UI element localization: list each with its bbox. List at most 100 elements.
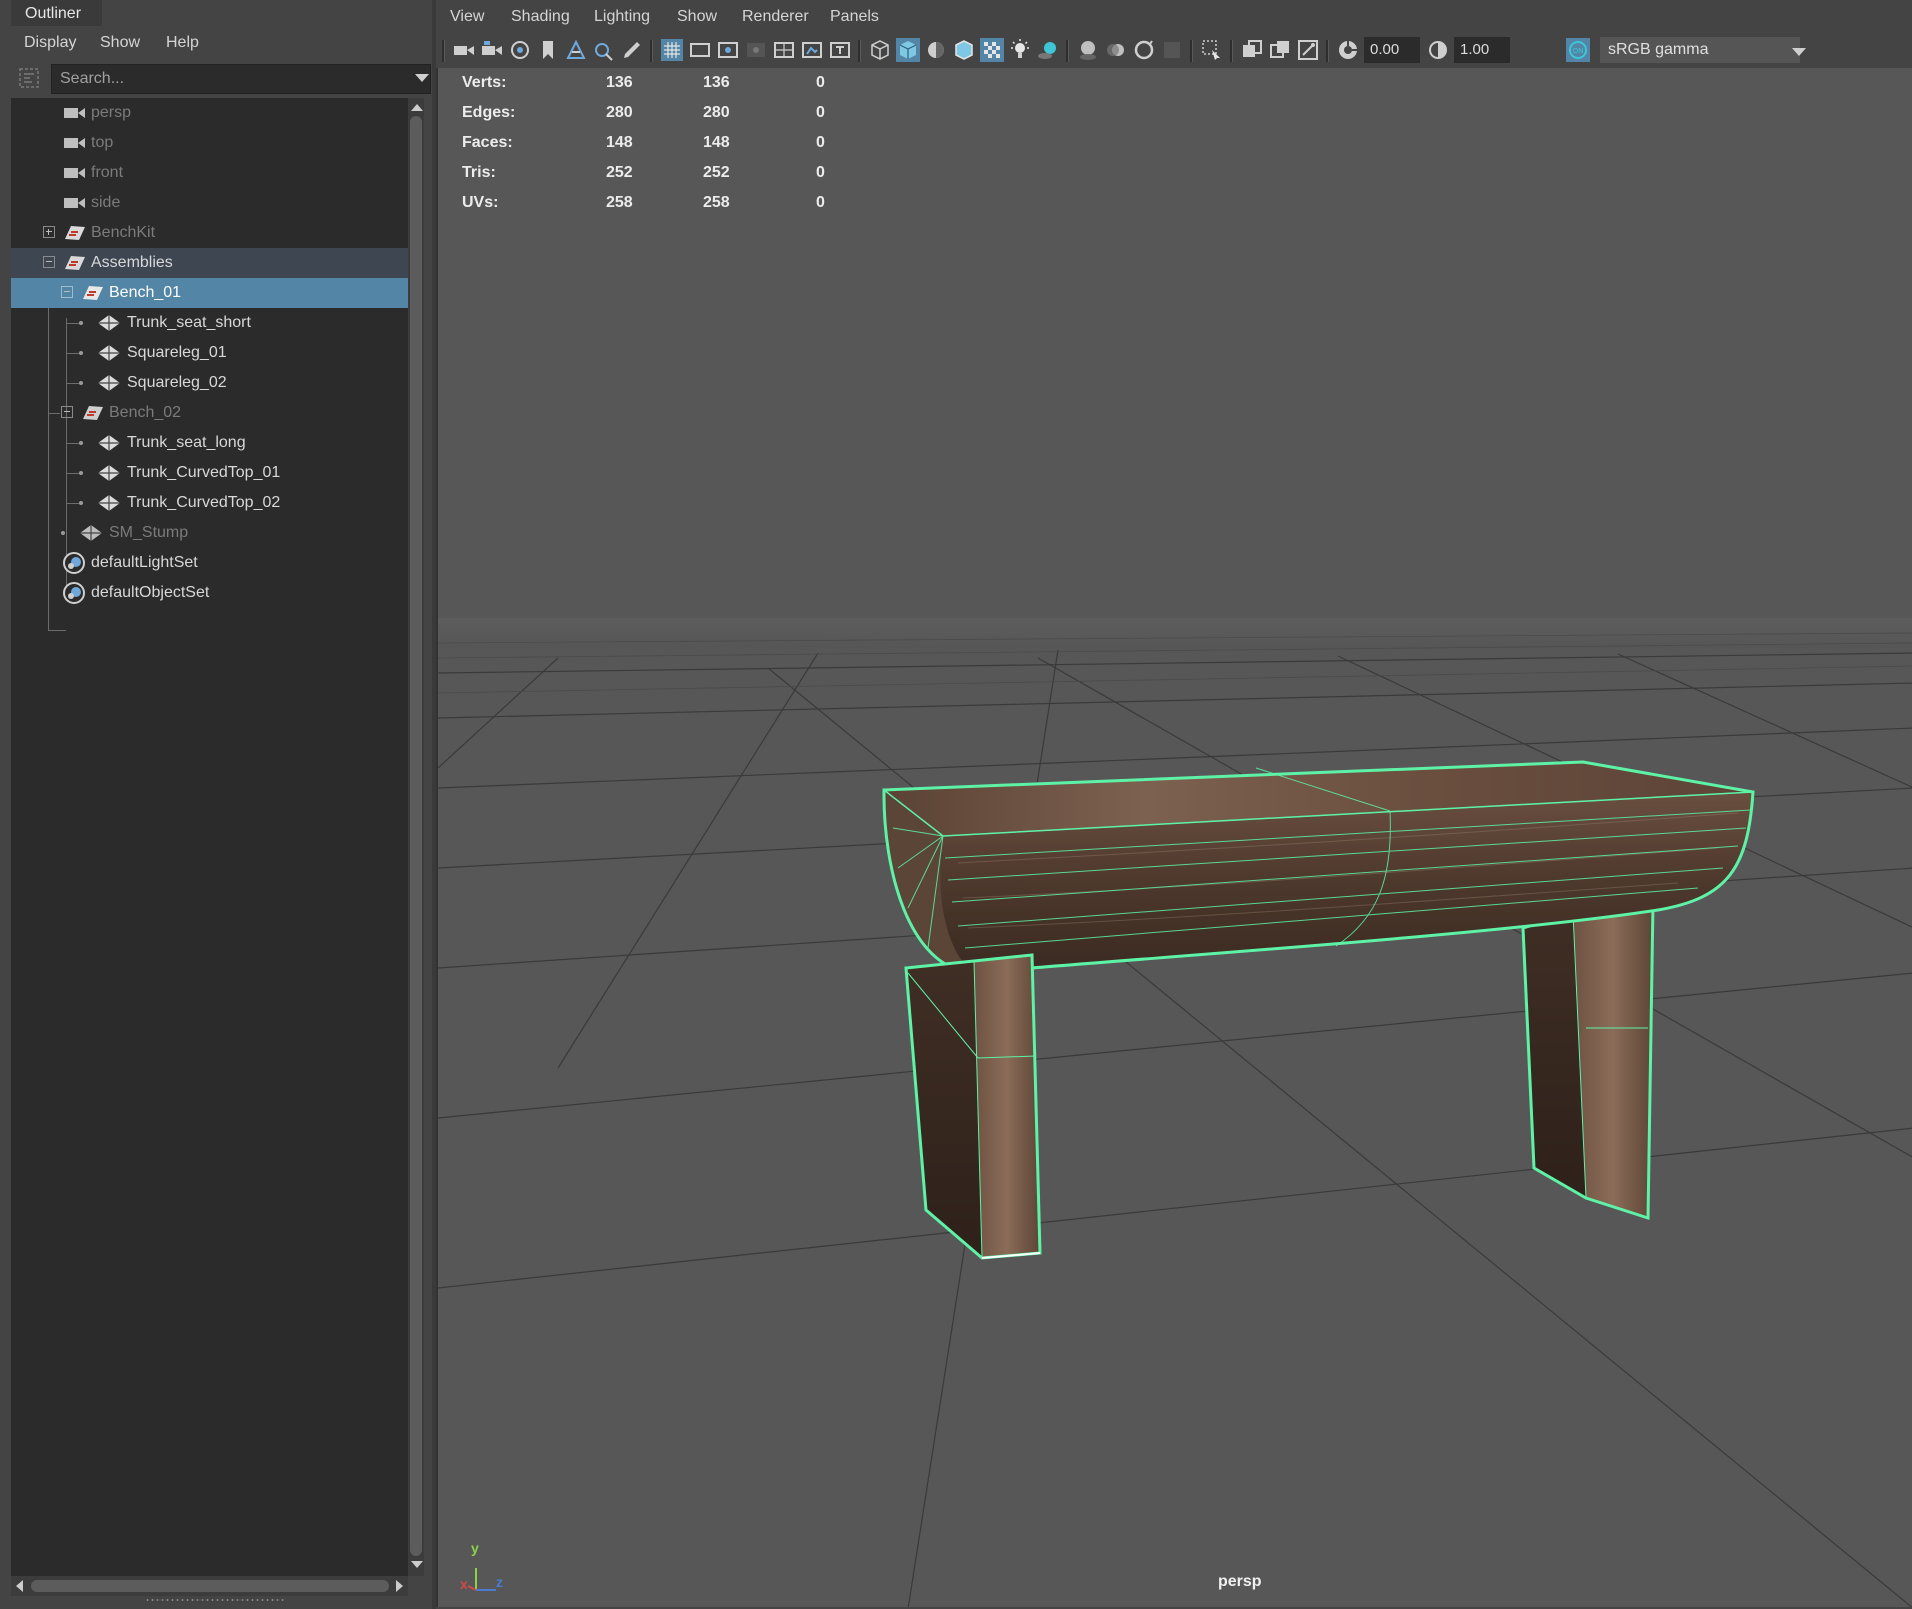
horizontal-scrollbar[interactable] xyxy=(11,1576,408,1596)
menu-help[interactable]: Help xyxy=(166,28,199,58)
grease-pencil-icon[interactable] xyxy=(620,38,644,62)
camera-name-label: persp xyxy=(1218,1573,1262,1590)
shadows-icon[interactable] xyxy=(1036,38,1060,62)
outliner-item-sm-stump[interactable]: SM_Stump xyxy=(11,518,408,548)
hud-value: 280 xyxy=(703,104,730,121)
resize-grip[interactable] xyxy=(145,1598,285,1602)
outliner-item-front[interactable]: front xyxy=(11,158,408,188)
default-material-icon[interactable] xyxy=(924,38,948,62)
collapse-icon[interactable] xyxy=(61,286,73,298)
bookmark-icon[interactable] xyxy=(536,38,560,62)
outliner-item-trunk-curvedtop-02[interactable]: Trunk_CurvedTop_02 xyxy=(11,488,408,518)
isolate-select-icon[interactable] xyxy=(1200,38,1224,62)
expand-icon[interactable] xyxy=(43,226,55,238)
menu-show[interactable]: Show xyxy=(100,28,140,58)
outliner-item-side[interactable]: side xyxy=(11,188,408,218)
film-gate-icon[interactable] xyxy=(688,38,712,62)
scroll-down-icon[interactable] xyxy=(411,1561,423,1568)
camera-attributes-icon[interactable] xyxy=(480,38,504,62)
mesh-icon xyxy=(98,495,120,511)
color-space-dropdown[interactable]: sRGB gamma xyxy=(1600,37,1800,63)
tree-node-dot xyxy=(79,501,83,505)
color-management-icon[interactable]: ON xyxy=(1566,38,1590,62)
field-chart-icon[interactable] xyxy=(772,38,796,62)
outliner-item-defaultlightset[interactable]: defaultLightSet xyxy=(11,548,408,578)
safe-title-icon[interactable] xyxy=(828,38,852,62)
hud-value: 258 xyxy=(703,194,730,211)
outliner-item-squareleg-02[interactable]: Squareleg_02 xyxy=(11,368,408,398)
outliner-item-bench-01[interactable]: Bench_01 xyxy=(11,278,408,308)
chevron-down-icon[interactable] xyxy=(1792,48,1806,56)
use-all-lights-icon[interactable] xyxy=(1008,38,1032,62)
hud-value: 136 xyxy=(606,74,633,91)
xray-active-components-icon[interactable] xyxy=(1268,38,1292,62)
hud-value: 0 xyxy=(816,194,825,211)
outliner-item-top[interactable]: top xyxy=(11,128,408,158)
grid-snap-icon[interactable] xyxy=(564,38,588,62)
hud-value: 0 xyxy=(816,74,825,91)
viewport-menubar: View Shading Lighting Show Renderer Pane… xyxy=(436,2,1912,34)
menu-view[interactable]: View xyxy=(450,2,484,32)
toolbar-separator xyxy=(442,40,445,62)
search-input[interactable] xyxy=(51,64,431,94)
resolution-gate-icon[interactable] xyxy=(716,38,740,62)
camera-icon xyxy=(64,198,85,208)
xray-icon[interactable] xyxy=(1240,38,1264,62)
vertical-scrollbar[interactable] xyxy=(408,98,424,1576)
wireframe-icon[interactable] xyxy=(868,38,892,62)
scroll-up-icon[interactable] xyxy=(411,104,423,111)
scroll-thumb[interactable] xyxy=(410,116,422,1556)
outliner-item-label: SM_Stump xyxy=(109,524,189,541)
menu-renderer[interactable]: Renderer xyxy=(742,2,809,32)
image-plane-icon[interactable] xyxy=(508,38,532,62)
menu-display[interactable]: Display xyxy=(24,28,76,58)
hud-value: 136 xyxy=(703,74,730,91)
mesh-icon xyxy=(80,525,102,541)
outliner-item-bench-02[interactable]: Bench_02 xyxy=(11,398,408,428)
outliner-item-benchkit[interactable]: BenchKit xyxy=(11,218,408,248)
outliner-item-trunk-seat-long[interactable]: Trunk_seat_long xyxy=(11,428,408,458)
collapse-icon[interactable] xyxy=(43,256,55,268)
menu-lighting[interactable]: Lighting xyxy=(594,2,650,32)
motion-blur-icon[interactable] xyxy=(1104,38,1128,62)
scroll-right-icon[interactable] xyxy=(396,1580,403,1592)
outliner-item-trunk-curvedtop-01[interactable]: Trunk_CurvedTop_01 xyxy=(11,458,408,488)
grid-icon[interactable] xyxy=(660,38,684,62)
smooth-shade-icon[interactable] xyxy=(896,38,920,62)
exposure-icon[interactable] xyxy=(1336,38,1360,62)
outliner-item-defaultobjectset[interactable]: defaultObjectSet xyxy=(11,578,408,608)
select-camera-icon[interactable] xyxy=(452,38,476,62)
toolbar-separator xyxy=(1326,40,1329,62)
camera-icon xyxy=(64,108,85,118)
menu-show[interactable]: Show xyxy=(677,2,717,32)
outliner-item-label: side xyxy=(91,194,121,211)
gate-mask-icon[interactable] xyxy=(744,38,768,62)
viewport-toolbar: 0.00 1.00 ON sRGB gamma xyxy=(436,34,1912,66)
scroll-left-icon[interactable] xyxy=(16,1580,23,1592)
wireframe-on-shaded-icon[interactable] xyxy=(952,38,976,62)
scroll-thumb[interactable] xyxy=(31,1580,389,1592)
screen-space-ao-icon[interactable] xyxy=(1076,38,1100,62)
anti-aliasing-icon[interactable] xyxy=(1132,38,1156,62)
chevron-down-icon[interactable] xyxy=(415,74,429,82)
xray-joints-icon[interactable] xyxy=(1296,38,1320,62)
gamma-icon[interactable] xyxy=(1426,38,1450,62)
3d-viewport[interactable]: Verts: 136 136 0 Edges: 280 280 0 Faces:… xyxy=(436,68,1912,1607)
gamma-field[interactable]: 1.00 xyxy=(1454,37,1510,63)
textured-icon[interactable] xyxy=(980,38,1004,62)
exposure-field[interactable]: 0.00 xyxy=(1364,37,1420,63)
outliner-item-persp[interactable]: persp xyxy=(11,98,408,128)
collapse-icon[interactable] xyxy=(61,406,73,418)
hud-label: Verts: xyxy=(462,74,507,91)
menu-shading[interactable]: Shading xyxy=(511,2,570,32)
filter-icon[interactable] xyxy=(17,66,41,90)
pan-zoom-icon[interactable] xyxy=(592,38,616,62)
outliner-item-trunk-seat-short[interactable]: Trunk_seat_short xyxy=(11,308,408,338)
menu-panels[interactable]: Panels xyxy=(830,2,879,32)
hud-value: 148 xyxy=(606,134,633,151)
outliner-item-squareleg-01[interactable]: Squareleg_01 xyxy=(11,338,408,368)
safe-action-icon[interactable] xyxy=(800,38,824,62)
tab-outliner[interactable]: Outliner xyxy=(11,0,102,26)
depth-of-field-icon[interactable] xyxy=(1160,38,1184,62)
outliner-item-assemblies[interactable]: Assemblies xyxy=(11,248,408,278)
